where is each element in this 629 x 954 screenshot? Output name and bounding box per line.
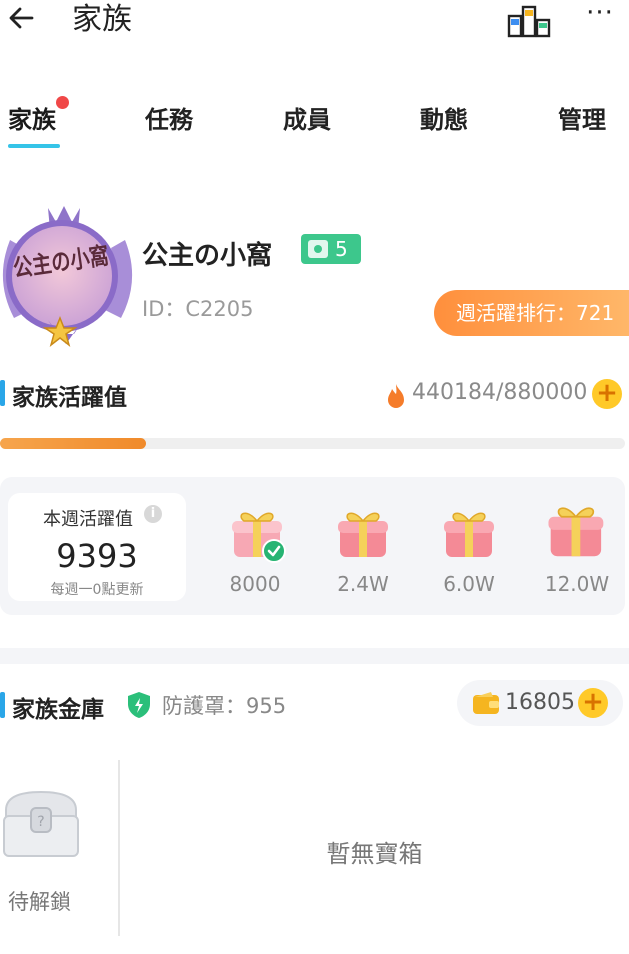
info-icon[interactable]: i <box>144 505 162 523</box>
level-number: 5 <box>335 237 348 261</box>
section-marker <box>0 692 5 718</box>
activity-value: 440184/880000 <box>412 380 588 405</box>
family-name: 公主の小窩 <box>142 241 273 271</box>
empty-chest-message: 暫無寶箱 <box>326 840 423 868</box>
tab-tasks[interactable]: 任務 <box>145 96 193 144</box>
activity-section-title: 家族活躍值 <box>12 385 127 411</box>
svg-text:?: ? <box>37 814 44 830</box>
locked-chest-icon: ? <box>3 790 79 857</box>
wallet-icon <box>473 692 499 714</box>
shield-icon <box>128 692 150 718</box>
gift-box-icon[interactable] <box>544 497 610 565</box>
activity-progress-fill <box>0 438 146 449</box>
weekly-reset-note: 每週一0點更新 <box>50 582 144 598</box>
section-divider <box>0 648 629 664</box>
weekly-activity-card: 本週活躍值 i 9393 每週一0點更新 <box>8 493 186 601</box>
activity-progress-bar <box>0 438 625 449</box>
gift-box-icon[interactable] <box>228 503 288 565</box>
reward-label-4: 12.0W <box>544 572 610 596</box>
active-tab-indicator <box>8 144 60 148</box>
tab-family[interactable]: 家族 <box>8 96 56 144</box>
family-id: ID：C2205 <box>142 297 254 321</box>
family-badge[interactable]: 公主の小窩 <box>0 200 135 350</box>
app-header: 家族 ··· <box>0 0 629 44</box>
add-coins-button[interactable]: + <box>578 688 608 718</box>
back-arrow-icon[interactable] <box>6 2 38 34</box>
level-shield-icon <box>308 240 328 258</box>
treasury-section-title: 家族金庫 <box>12 697 104 723</box>
shield-value: 防護罩：955 <box>162 694 287 718</box>
add-activity-button[interactable]: + <box>592 379 622 409</box>
reward-label-3: 6.0W <box>443 572 495 596</box>
notification-dot <box>56 96 69 109</box>
weekly-rank-button[interactable]: 週活躍排行：721 <box>434 290 629 336</box>
page-title: 家族 <box>72 2 132 37</box>
tab-manage[interactable]: 管理 <box>558 96 606 144</box>
locked-chest-slot[interactable]: ? 待解鎖 <box>0 760 118 936</box>
fire-icon <box>388 384 404 408</box>
more-dots-icon[interactable]: ··· <box>582 0 618 32</box>
reward-label-2: 2.4W <box>337 572 389 596</box>
gift-box-icon[interactable] <box>440 503 500 565</box>
weekly-activity-value: 9393 <box>56 537 138 575</box>
weekly-reward-panel: 本週活躍值 i 9393 每週一0點更新 8000 2.4W 6.0W 12.0… <box>0 477 625 615</box>
coin-balance: 16805 <box>505 690 575 715</box>
tab-activity[interactable]: 動態 <box>420 96 468 144</box>
gift-box-icon[interactable] <box>334 503 394 565</box>
ranking-chart-icon[interactable] <box>507 4 553 38</box>
reward-label-1: 8000 <box>229 572 281 596</box>
level-badge: 5 <box>301 234 361 264</box>
section-marker <box>0 380 5 406</box>
chest-locked-label: 待解鎖 <box>8 890 71 914</box>
tab-members[interactable]: 成員 <box>283 96 331 144</box>
